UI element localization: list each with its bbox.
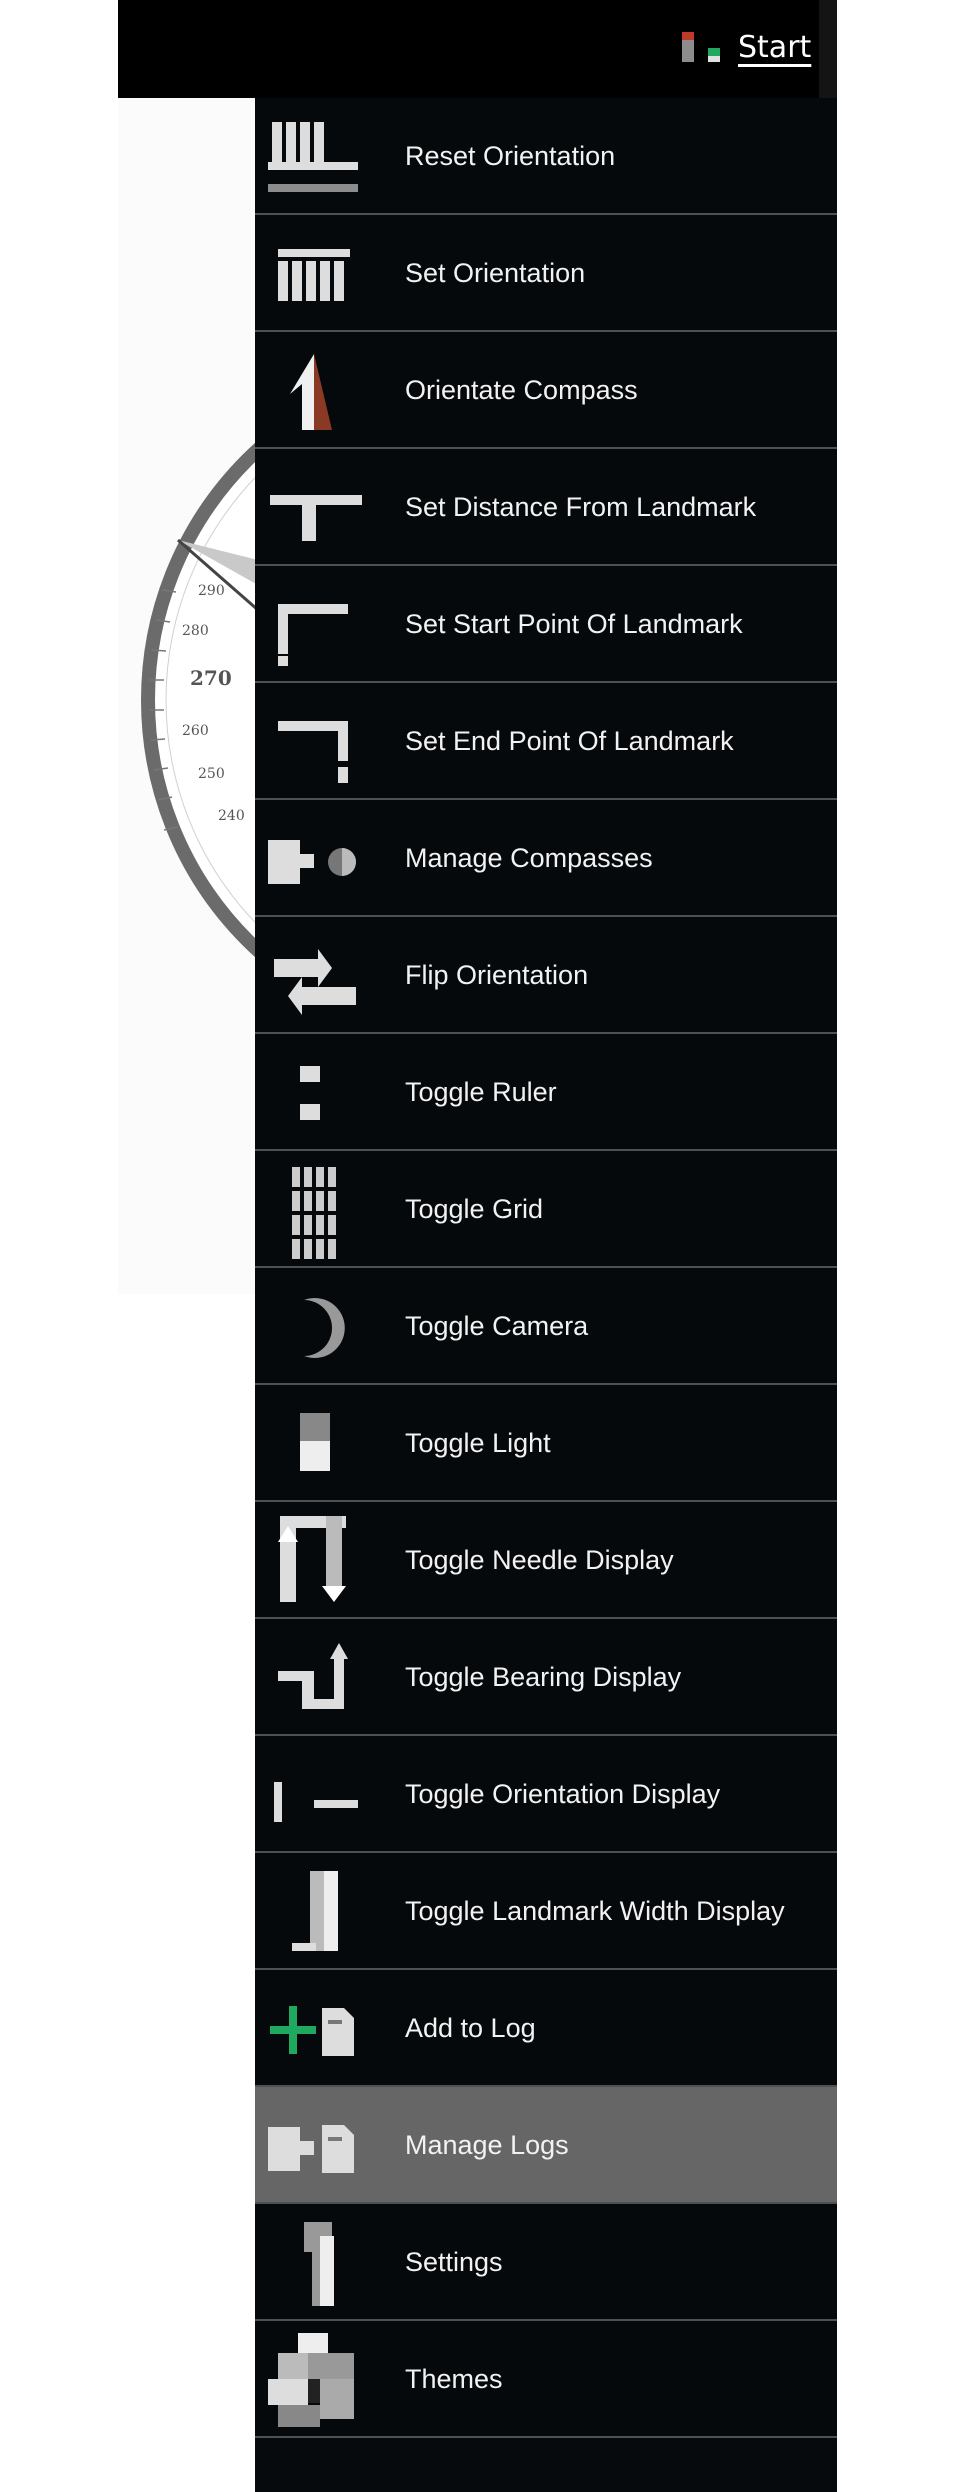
tick-label-260: 260	[182, 723, 209, 739]
start-link[interactable]: Start	[738, 30, 811, 65]
manage-logs-icon	[268, 2125, 354, 2173]
end-point-icon	[278, 721, 348, 783]
menu-item-toggle-landmark-width[interactable]: Toggle Landmark Width Display	[255, 1853, 837, 1970]
menu-item-label: Toggle Grid	[405, 1194, 544, 1224]
menu-item-toggle-ruler[interactable]: Toggle Ruler	[255, 1034, 837, 1151]
start-point-icon	[278, 604, 348, 666]
menu-item-themes[interactable]: Themes	[255, 2321, 837, 2438]
menu-item-label: Manage Compasses	[405, 843, 653, 873]
menu-item-label: Orientate Compass	[405, 375, 638, 405]
status-indicator-icon	[682, 32, 720, 62]
top-scrollbar[interactable]	[819, 0, 837, 98]
tick-label-250: 250	[198, 766, 225, 782]
light-icon	[300, 1413, 330, 1471]
tick-label-240: 240	[218, 808, 245, 824]
menu-item-reset-orientation[interactable]: Reset Orientation	[255, 98, 837, 215]
top-app-bar: Start	[118, 0, 837, 98]
menu-item-toggle-orientation-display[interactable]: Toggle Orientation Display	[255, 1736, 837, 1853]
menu-item-label: Toggle Bearing Display	[405, 1662, 682, 1692]
menu-item-label: Toggle Orientation Display	[405, 1779, 721, 1809]
menu-item-toggle-camera[interactable]: Toggle Camera	[255, 1268, 837, 1385]
menu-item-label: Toggle Camera	[405, 1311, 589, 1341]
menu-item-manage-compasses[interactable]: Manage Compasses	[255, 800, 837, 917]
tick-label-270: 270	[190, 666, 232, 690]
menu-item-toggle-needle-display[interactable]: Toggle Needle Display	[255, 1502, 837, 1619]
themes-icon	[268, 2333, 354, 2427]
distance-t-icon	[270, 495, 362, 541]
landmark-width-icon	[292, 1871, 338, 1951]
menu-item-set-end-point[interactable]: Set End Point Of Landmark	[255, 683, 837, 800]
menu-item-set-start-point[interactable]: Set Start Point Of Landmark	[255, 566, 837, 683]
menu-item-flip-orientation[interactable]: Flip Orientation	[255, 917, 837, 1034]
menu-item-toggle-light[interactable]: Toggle Light	[255, 1385, 837, 1502]
menu-item-label: Toggle Light	[405, 1428, 551, 1458]
wrench-icon	[304, 2222, 334, 2306]
menu-item-label: Set End Point Of Landmark	[405, 726, 734, 756]
menu-item-label: Set Start Point Of Landmark	[405, 609, 743, 639]
grid-icon	[292, 1167, 336, 1259]
menu-item-set-orientation[interactable]: Set Orientation	[255, 215, 837, 332]
overflow-menu: Reset Orientation Set Orientation Orient…	[255, 98, 837, 2492]
menu-item-label: Set Orientation	[405, 258, 586, 288]
manage-compasses-icon	[268, 840, 356, 884]
orientation-display-icon	[274, 1782, 358, 1822]
menu-item-label: Add to Log	[405, 2013, 536, 2043]
compass-arrow-icon	[290, 354, 332, 430]
tick-label-280: 280	[182, 623, 209, 639]
bearing-display-icon	[278, 1643, 348, 1709]
ruler-icon	[300, 1066, 320, 1120]
menu-item-orientate-compass[interactable]: Orientate Compass	[255, 332, 837, 449]
tick-label-290: 290	[198, 583, 225, 599]
menu-item-label: Reset Orientation	[405, 141, 616, 171]
menu-item-label: Toggle Ruler	[405, 1077, 557, 1107]
menu-item-add-to-log[interactable]: Add to Log	[255, 1970, 837, 2087]
menu-item-toggle-bearing-display[interactable]: Toggle Bearing Display	[255, 1619, 837, 1736]
menu-item-label: Toggle Landmark Width Display	[405, 1896, 785, 1926]
menu-item-toggle-grid[interactable]: Toggle Grid	[255, 1151, 837, 1268]
menu-item-manage-logs[interactable]: Manage Logs	[255, 2087, 837, 2204]
flip-arrows-icon	[274, 949, 356, 1015]
set-orientation-icon	[278, 249, 350, 301]
menu-item-label: Themes	[405, 2364, 503, 2394]
menu-item-label: Flip Orientation	[405, 960, 589, 990]
needle-display-icon	[278, 1516, 346, 1602]
crescent-camera-icon	[304, 1298, 345, 1358]
menu-item-label: Set Distance From Landmark	[405, 492, 757, 522]
menu-item-label: Toggle Needle Display	[405, 1545, 674, 1575]
add-log-icon	[270, 2006, 354, 2056]
menu-item-label: Manage Logs	[405, 2130, 569, 2160]
menu-item-set-distance[interactable]: Set Distance From Landmark	[255, 449, 837, 566]
menu-item-label: Settings	[405, 2247, 503, 2277]
menu-item-settings[interactable]: Settings	[255, 2204, 837, 2321]
reset-orientation-icon	[268, 122, 358, 192]
